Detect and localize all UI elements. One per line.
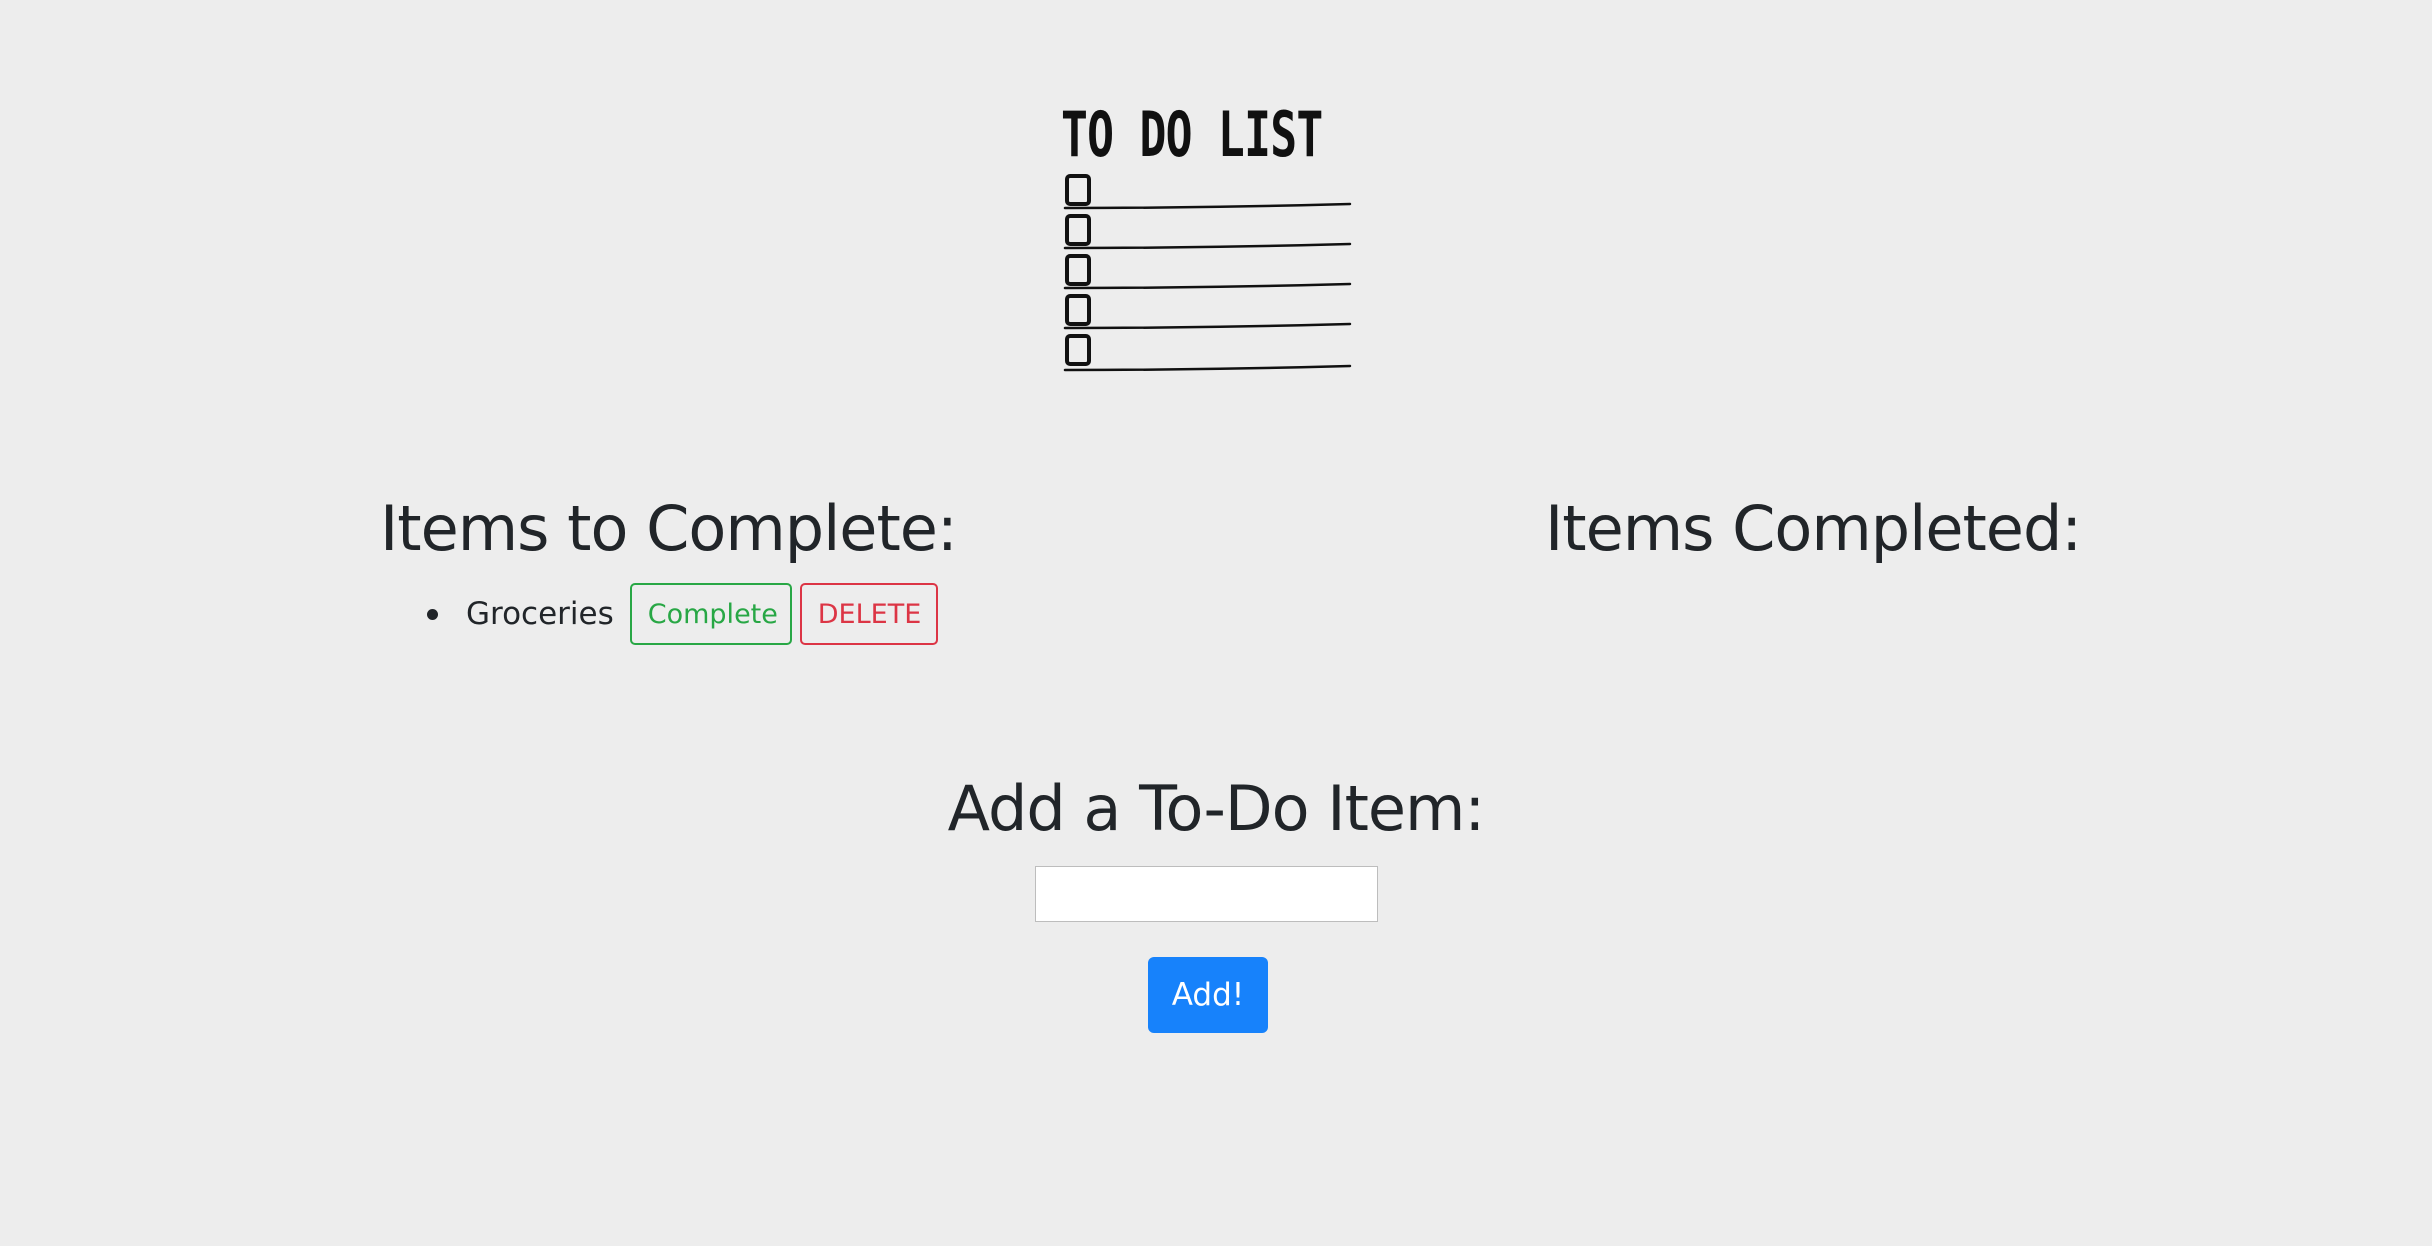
items-completed-heading: Items Completed: [1545,492,2082,565]
add-button[interactable]: Add! [1148,957,1268,1033]
todo-list-logo: TO DO LIST [1055,98,1355,383]
todo-input[interactable] [1035,866,1378,922]
items-to-complete-heading: Items to Complete: [380,492,958,565]
logo-title: TO DO LIST [1061,98,1323,171]
delete-button[interactable]: DELETE [799,583,938,645]
add-item-heading: Add a To-Do Item: [947,772,1486,845]
complete-button[interactable]: Complete [629,583,792,645]
checklist-illustration [1063,174,1352,372]
todo-page: TO DO LIST Items to Complete: Groceries … [0,0,2432,1246]
bullet-icon [427,608,438,620]
list-item: Groceries Complete DELETE [420,582,938,646]
todo-item-text: Groceries [466,596,614,632]
todo-list: Groceries Complete DELETE [420,582,938,646]
